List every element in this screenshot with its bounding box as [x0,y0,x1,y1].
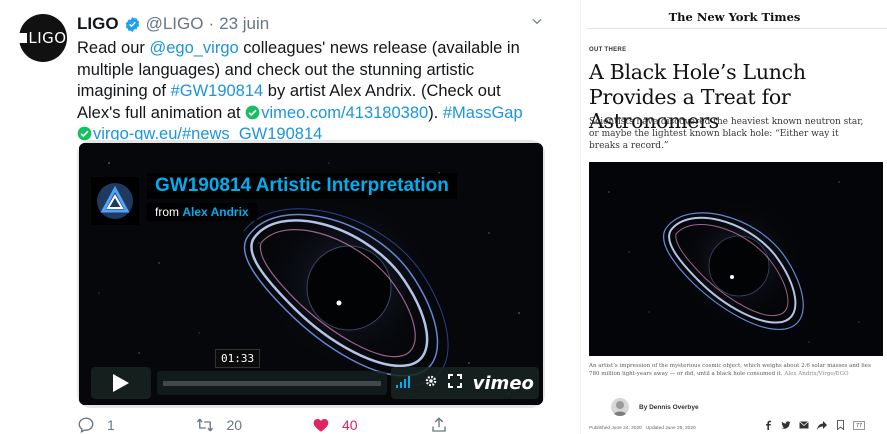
fullscreen-icon[interactable] [448,374,463,392]
tweet-text: Read our @ego_virgo colleagues' news rel… [77,38,547,146]
video-controls: 01:33 vimeo [91,349,539,399]
avatar-text: LIGO [28,29,67,47]
share-tools: 77 [763,420,866,430]
tweet-header: LIGO @LIGO · 23 juin [77,12,547,36]
reply-button[interactable]: 1 [77,416,195,434]
text-segment: Read our [77,39,150,57]
text-segment: ). [428,103,443,122]
image-credit: Alex Andrix/Virgo/EGO [784,371,849,377]
ligo-avatar[interactable]: LIGO [19,14,67,62]
progress-bar[interactable]: 01:33 [157,349,387,395]
updated-date: Updated June 25, 2020 [645,426,696,431]
vimeo-link-text: vimeo.com/413180380 [261,103,429,122]
facebook-icon[interactable] [763,420,773,430]
logo-square-icon [19,33,28,43]
reply-icon [78,417,94,434]
article-byline[interactable]: By Dennis Overbye [611,398,699,416]
author-name[interactable]: LIGO [77,14,119,34]
hashtag-link[interactable]: #GW190814 [171,82,264,100]
verified-badge-icon [124,16,141,33]
check-circle-icon [245,105,260,120]
black-hole-illustration [589,162,883,356]
author-avatar[interactable] [611,398,629,416]
video-controls-right: vimeo [391,367,539,399]
bookmark-icon[interactable] [835,420,845,430]
play-icon [113,374,129,392]
triangle-logo-icon [91,177,139,225]
timecode: 01:33 [215,349,261,368]
nyt-masthead[interactable]: The New York Times [581,10,887,24]
nyt-article: The New York Times OUT THERE A Black Hol… [580,0,887,434]
share-button[interactable] [430,416,548,434]
reply-count: 1 [107,417,115,433]
video-title-overlay: GW190814 Artistic Interpretation from Al… [91,173,457,229]
video-title[interactable]: GW190814 Artistic Interpretation [147,173,457,199]
published-date: Published June 24, 2020 [589,426,642,431]
progress-track[interactable] [163,381,381,386]
tweet-date[interactable]: 23 juin [219,14,269,34]
article-dates: Published June 24, 2020 Updated June 25,… [589,426,696,431]
video-card[interactable]: GW190814 Artistic Interpretation from Al… [77,140,545,408]
article-kicker[interactable]: OUT THERE [589,47,626,53]
article-summary: Scientists have discovered the heaviest … [589,117,864,151]
like-count: 40 [342,417,358,433]
video-from-label: from [155,205,179,219]
video-player[interactable]: GW190814 Artistic Interpretation from Al… [79,143,543,405]
vimeo-link[interactable]: vimeo.com/413180380 [261,104,428,122]
twitter-icon[interactable] [781,420,791,430]
retweet-icon [196,418,213,432]
like-button[interactable]: 40 [312,416,430,434]
vimeo-logo[interactable]: vimeo [473,373,534,394]
author-handle[interactable]: @LIGO [146,14,204,34]
volume-icon[interactable] [396,375,414,392]
mention-link[interactable]: @ego_virgo [149,39,238,57]
retweet-count: 20 [226,417,243,433]
hashtag-link[interactable]: #MassGap [443,104,523,122]
heart-icon [313,419,329,432]
masthead-divider [587,28,887,29]
tweet-card[interactable]: LIGO LIGO @LIGO · 23 juin Read our @ego_… [0,0,560,434]
video-author[interactable]: Alex Andrix [182,205,248,219]
article-image [589,162,883,356]
share-icon [431,417,446,432]
share-arrow-icon[interactable] [817,420,827,430]
image-caption: An artist’s impression of the mysterious… [589,362,883,378]
play-button[interactable] [91,367,151,399]
video-byline: from Alex Andrix [147,203,257,221]
author-name[interactable]: By Dennis Overbye [639,404,699,411]
settings-gear-icon[interactable] [424,374,438,392]
check-circle-icon [77,126,92,141]
comment-count-badge[interactable]: 77 [853,420,866,430]
chevron-down-icon[interactable] [527,14,547,34]
retweet-button[interactable]: 20 [195,416,313,434]
email-icon[interactable] [799,420,809,430]
tweet-actions: 1 20 40 [77,416,547,434]
separator-dot: · [208,14,215,33]
